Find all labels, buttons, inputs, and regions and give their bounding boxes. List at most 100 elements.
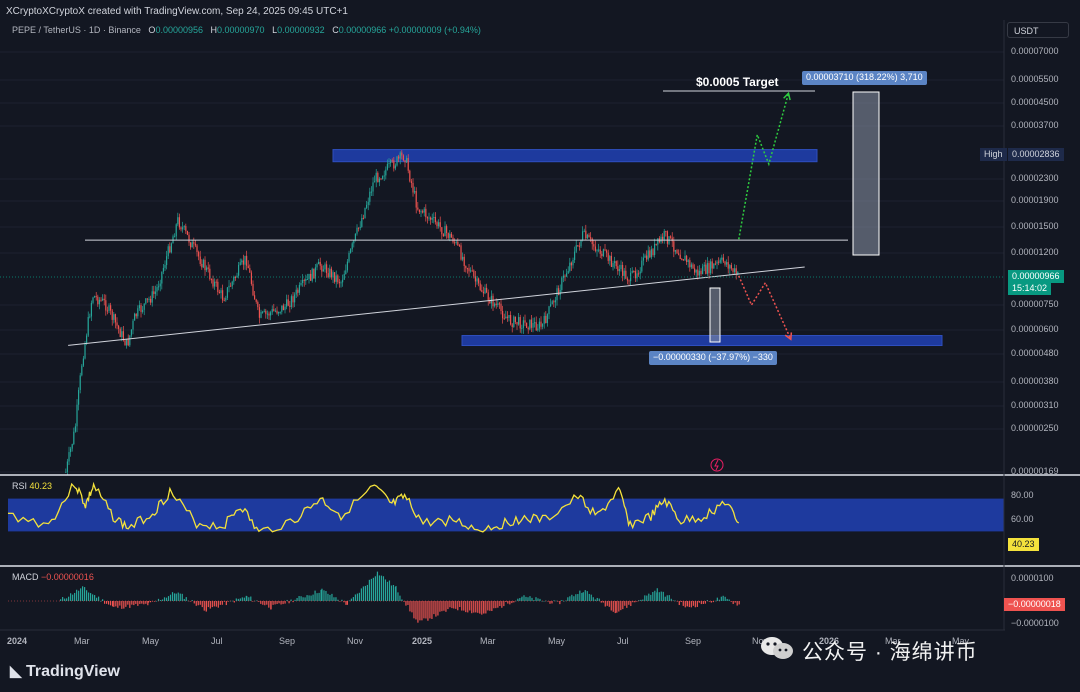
macd-histogram-bar bbox=[405, 601, 407, 606]
price-candle bbox=[553, 301, 555, 303]
macd-histogram-bar bbox=[302, 597, 304, 601]
macd-histogram-bar bbox=[72, 594, 74, 601]
macd-histogram-bar bbox=[716, 597, 718, 601]
price-candle bbox=[530, 319, 533, 328]
macd-histogram-bar bbox=[688, 601, 690, 608]
macd-histogram-bar bbox=[429, 601, 431, 619]
macd-histogram-bar bbox=[235, 598, 237, 601]
macd-histogram-bar bbox=[119, 601, 121, 606]
price-candle bbox=[230, 285, 232, 287]
price-candle bbox=[302, 280, 304, 283]
macd-histogram-bar bbox=[604, 601, 606, 607]
macd-histogram-bar bbox=[203, 601, 205, 611]
price-candle bbox=[585, 230, 587, 239]
price-candle bbox=[644, 255, 646, 258]
time-tick-label: 2025 bbox=[412, 636, 433, 646]
price-candle bbox=[607, 252, 609, 261]
price-candle bbox=[71, 444, 73, 449]
price-candle bbox=[422, 211, 424, 213]
macd-histogram-bar bbox=[352, 597, 354, 601]
macd-histogram-bar bbox=[161, 599, 164, 601]
macd-histogram-bar bbox=[616, 601, 618, 613]
price-candle bbox=[655, 243, 657, 245]
price-candle bbox=[516, 322, 518, 325]
price-candle bbox=[65, 471, 67, 473]
price-candle bbox=[284, 306, 286, 311]
price-candle bbox=[183, 226, 185, 228]
price-candle bbox=[447, 233, 449, 238]
price-candle bbox=[706, 263, 709, 274]
price-candle bbox=[210, 279, 213, 281]
price-candle bbox=[612, 263, 614, 268]
price-candle bbox=[214, 281, 216, 287]
macd-histogram-bar bbox=[294, 599, 296, 601]
macd-histogram-bar bbox=[76, 589, 78, 601]
macd-histogram-bar bbox=[610, 601, 612, 611]
macd-histogram-bar bbox=[96, 597, 98, 601]
macd-histogram-bar bbox=[155, 600, 158, 602]
price-candle bbox=[601, 253, 603, 257]
wechat-icon bbox=[761, 637, 793, 659]
price-candle bbox=[438, 222, 440, 227]
rsi-value: 40.23 bbox=[29, 481, 53, 491]
macd-histogram-bar bbox=[356, 593, 358, 601]
price-candle bbox=[617, 266, 619, 272]
measure-down-label: −0.00000330 (−37.97%) −330 bbox=[649, 351, 777, 365]
price-candle bbox=[450, 233, 453, 238]
price-candle bbox=[102, 298, 104, 301]
macd-histogram-bar bbox=[201, 601, 203, 608]
macd-histogram-bar bbox=[368, 579, 370, 601]
price-candle bbox=[226, 287, 229, 298]
rsi-tick-80: 80.00 bbox=[1011, 490, 1034, 500]
price-candle bbox=[596, 250, 598, 252]
macd-histogram-bar bbox=[141, 601, 143, 604]
price-candle bbox=[135, 313, 137, 317]
price-candle bbox=[654, 243, 656, 256]
price-candle bbox=[289, 305, 291, 307]
macd-histogram-bar bbox=[648, 593, 650, 601]
macd-histogram-bar bbox=[449, 601, 451, 608]
macd-histogram-bar bbox=[274, 601, 276, 605]
price-candle bbox=[524, 320, 526, 323]
macd-histogram-bar bbox=[252, 601, 254, 602]
price-candle bbox=[207, 267, 209, 269]
price-candle bbox=[334, 272, 336, 282]
macd-histogram-bar bbox=[199, 601, 201, 605]
macd-histogram-bar bbox=[321, 588, 323, 601]
price-candle bbox=[132, 320, 134, 330]
macd-histogram-bar bbox=[98, 596, 100, 601]
price-candle bbox=[519, 317, 521, 329]
macd-histogram-bar bbox=[318, 592, 320, 601]
price-candle bbox=[642, 257, 645, 261]
price-chart[interactable] bbox=[0, 0, 1080, 692]
supply-demand-zone bbox=[461, 335, 943, 347]
macd-histogram-bar bbox=[495, 601, 497, 609]
macd-histogram-bar bbox=[149, 601, 152, 603]
price-candle bbox=[185, 226, 187, 231]
price-candle bbox=[290, 296, 293, 307]
price-candle bbox=[442, 234, 445, 237]
price-candle bbox=[391, 160, 393, 162]
macd-histogram-bar bbox=[453, 601, 455, 609]
price-candle bbox=[666, 231, 669, 244]
tradingview-logo[interactable]: ◣ TradingView bbox=[10, 662, 120, 681]
price-candle bbox=[68, 452, 70, 462]
price-candle bbox=[162, 267, 165, 272]
macd-histogram-bar bbox=[339, 601, 341, 602]
price-candle bbox=[241, 260, 243, 263]
price-candle bbox=[522, 320, 525, 328]
macd-histogram-bar bbox=[728, 599, 730, 601]
price-candle bbox=[726, 262, 728, 265]
macd-histogram-bar bbox=[668, 595, 670, 601]
price-candle bbox=[188, 234, 190, 243]
macd-histogram-bar bbox=[325, 590, 327, 601]
price-candle bbox=[95, 296, 97, 298]
macd-histogram-bar bbox=[241, 597, 243, 601]
macd-histogram-bar bbox=[606, 601, 608, 606]
price-candle bbox=[138, 305, 141, 309]
macd-histogram-bar bbox=[447, 601, 449, 610]
price-candle bbox=[106, 310, 109, 312]
macd-histogram-bar bbox=[600, 601, 602, 603]
macd-histogram-bar bbox=[60, 599, 62, 601]
price-candle bbox=[278, 312, 280, 314]
